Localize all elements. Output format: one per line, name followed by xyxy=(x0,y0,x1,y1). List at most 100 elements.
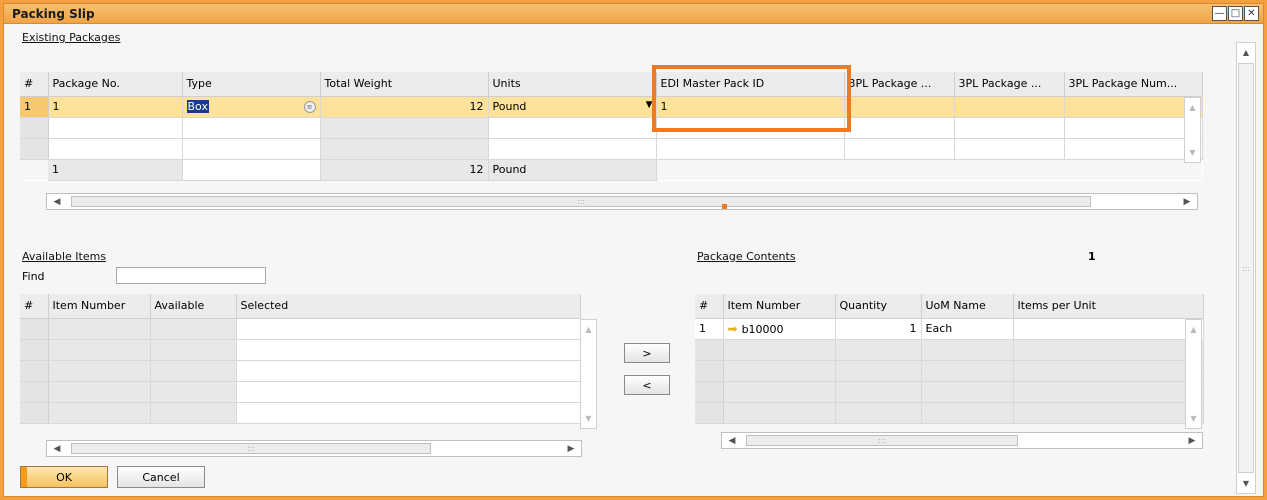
cell-3pl-package-1[interactable] xyxy=(844,96,955,118)
ok-button[interactable]: OK xyxy=(20,466,108,488)
cell-quantity[interactable]: 1 xyxy=(835,318,922,340)
column-header-package-no[interactable]: Package No. xyxy=(48,72,183,97)
column-header-3pl-package-2[interactable]: 3PL Package ... xyxy=(954,72,1065,97)
cell-type[interactable] xyxy=(182,117,321,139)
cell-3pl-package-1[interactable] xyxy=(844,117,955,139)
cell-type[interactable]: Box ≡ xyxy=(182,96,321,118)
cell-package-no[interactable]: 1 xyxy=(48,96,183,118)
find-input[interactable] xyxy=(116,267,266,284)
scroll-down-icon[interactable]: ▼ xyxy=(1237,476,1255,491)
column-header-3pl-package-num[interactable]: 3PL Package Num... xyxy=(1064,72,1203,97)
cell-total-weight[interactable]: 12 xyxy=(320,96,489,118)
table-row[interactable] xyxy=(20,117,1203,139)
table-row[interactable] xyxy=(20,402,581,424)
cell-3pl-package-2[interactable] xyxy=(954,117,1065,139)
available-items-hscroll[interactable]: ◀ ::: ▶ xyxy=(46,440,582,457)
cell-item-number[interactable]: ➡ b10000 xyxy=(723,318,836,340)
cell-3pl-package-2[interactable] xyxy=(954,96,1065,118)
table-row[interactable]: 1 1 Box ≡ 12 Pound ▼ 1 xyxy=(20,96,1203,118)
available-items-vscroll[interactable]: ▲ ▼ xyxy=(580,319,597,429)
existing-packages-vscroll[interactable]: ▲ ▼ xyxy=(1184,97,1201,163)
add-to-package-button[interactable]: > xyxy=(624,343,670,363)
column-header-units[interactable]: Units xyxy=(488,72,657,97)
minimize-icon[interactable]: — xyxy=(1212,6,1227,21)
table-row[interactable] xyxy=(695,402,1204,424)
list-choose-icon[interactable]: ≡ xyxy=(303,100,316,113)
column-header-items-per-unit[interactable]: Items per Unit xyxy=(1013,294,1204,319)
maximize-icon[interactable]: □ xyxy=(1228,6,1243,21)
cell-package-no[interactable] xyxy=(48,138,183,160)
column-header-number[interactable]: # xyxy=(20,294,49,319)
scroll-up-icon[interactable]: ▲ xyxy=(581,322,596,337)
cell-edi-master-pack-id[interactable]: 1 xyxy=(656,96,845,118)
column-header-number[interactable]: # xyxy=(20,72,49,97)
scroll-up-icon[interactable]: ▲ xyxy=(1237,45,1255,60)
cell-selected[interactable] xyxy=(236,402,581,424)
form-vscroll[interactable]: ▲ ::: ▼ xyxy=(1236,42,1256,494)
title-bar[interactable]: Packing Slip — □ ✕ xyxy=(4,4,1263,24)
table-row[interactable] xyxy=(20,339,581,361)
column-header-item-number[interactable]: Item Number xyxy=(723,294,836,319)
cell-selected[interactable] xyxy=(236,360,581,382)
table-row[interactable] xyxy=(695,339,1204,361)
cell-3pl-package-num[interactable] xyxy=(1064,138,1203,160)
scroll-thumb[interactable]: ::: xyxy=(71,443,431,454)
resize-marker[interactable] xyxy=(722,204,727,209)
cell-items-per-unit xyxy=(1013,381,1204,403)
scroll-down-icon[interactable]: ▼ xyxy=(581,411,596,426)
column-header-total-weight[interactable]: Total Weight xyxy=(320,72,489,97)
cell-3pl-package-num[interactable] xyxy=(1064,117,1203,139)
link-arrow-icon[interactable]: ➡ xyxy=(728,322,738,336)
column-header-number[interactable]: # xyxy=(695,294,724,319)
column-header-type[interactable]: Type xyxy=(182,72,321,97)
column-header-item-number[interactable]: Item Number xyxy=(48,294,151,319)
scroll-up-icon[interactable]: ▲ xyxy=(1185,100,1200,115)
column-header-uom-name[interactable]: UoM Name xyxy=(921,294,1014,319)
table-row[interactable] xyxy=(20,381,581,403)
existing-packages-hscroll[interactable]: ◀ ::: ▶ xyxy=(46,193,1198,210)
cell-units[interactable] xyxy=(488,117,657,139)
scroll-left-icon[interactable]: ◀ xyxy=(724,433,740,448)
scroll-thumb[interactable]: ::: xyxy=(1238,63,1254,473)
column-header-selected[interactable]: Selected xyxy=(236,294,581,319)
column-header-3pl-package-1[interactable]: 3PL Package ... xyxy=(844,72,955,97)
cell-edi-master-pack-id[interactable] xyxy=(656,117,845,139)
cell-type[interactable] xyxy=(182,138,321,160)
cell-selected[interactable] xyxy=(236,339,581,361)
scroll-down-icon[interactable]: ▼ xyxy=(1185,145,1200,160)
column-header-available[interactable]: Available xyxy=(150,294,237,319)
cell-3pl-package-1[interactable] xyxy=(844,138,955,160)
cell-selected[interactable] xyxy=(236,318,581,340)
table-row[interactable] xyxy=(20,360,581,382)
table-row[interactable] xyxy=(695,360,1204,382)
column-header-quantity[interactable]: Quantity xyxy=(835,294,922,319)
cell-3pl-package-2[interactable] xyxy=(954,138,1065,160)
scroll-up-icon[interactable]: ▲ xyxy=(1186,322,1201,337)
package-contents-vscroll[interactable]: ▲ ▼ xyxy=(1185,319,1202,429)
cell-units[interactable] xyxy=(488,138,657,160)
cell-units[interactable]: Pound ▼ xyxy=(488,96,657,118)
table-row[interactable] xyxy=(20,138,1203,160)
scroll-thumb[interactable]: ::: xyxy=(71,196,1091,207)
scroll-right-icon[interactable]: ▶ xyxy=(1179,194,1195,209)
cell-3pl-package-num[interactable] xyxy=(1064,96,1203,118)
scroll-down-icon[interactable]: ▼ xyxy=(1186,411,1201,426)
table-row[interactable] xyxy=(20,318,581,340)
table-row[interactable]: 1 ➡ b10000 1 Each xyxy=(695,318,1204,340)
package-contents-hscroll[interactable]: ◀ ::: ▶ xyxy=(721,432,1203,449)
packing-slip-window: Packing Slip — □ ✕ Existing Packages # P… xyxy=(3,3,1264,497)
scroll-right-icon[interactable]: ▶ xyxy=(1184,433,1200,448)
column-header-edi-master-pack-id[interactable]: EDI Master Pack ID xyxy=(656,72,845,97)
cancel-button[interactable]: Cancel xyxy=(117,466,205,488)
dropdown-arrow-icon[interactable]: ▼ xyxy=(646,100,653,110)
scroll-thumb[interactable]: ::: xyxy=(746,435,1018,446)
cell-selected[interactable] xyxy=(236,381,581,403)
scroll-left-icon[interactable]: ◀ xyxy=(49,441,65,456)
scroll-right-icon[interactable]: ▶ xyxy=(563,441,579,456)
table-row[interactable] xyxy=(695,381,1204,403)
cell-package-no[interactable] xyxy=(48,117,183,139)
close-icon[interactable]: ✕ xyxy=(1244,6,1259,21)
scroll-left-icon[interactable]: ◀ xyxy=(49,194,65,209)
remove-from-package-button[interactable]: < xyxy=(624,375,670,395)
cell-edi-master-pack-id[interactable] xyxy=(656,138,845,160)
